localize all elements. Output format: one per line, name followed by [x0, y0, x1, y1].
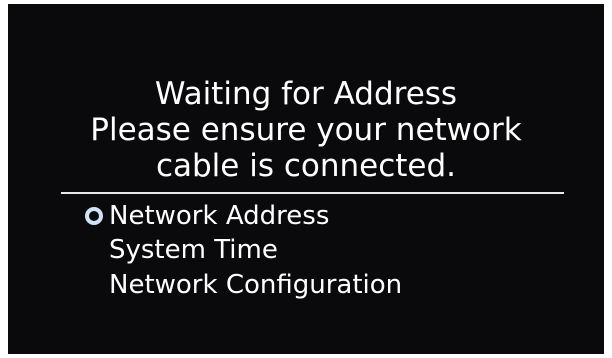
- menu-item-system-time[interactable]: System Time: [109, 234, 278, 266]
- status-message-line2: cable is connected.: [155, 148, 457, 184]
- status-message-line1: Please ensure your network: [90, 112, 522, 148]
- device-screen: Waiting for Address Please ensure your n…: [8, 4, 604, 354]
- divider: [61, 192, 564, 194]
- menu-item-network-address[interactable]: Network Address: [109, 200, 329, 232]
- radio-circle-icon: [85, 207, 103, 225]
- menu-item-network-configuration[interactable]: Network Configuration: [109, 269, 402, 301]
- status-title: Waiting for Address: [154, 76, 458, 112]
